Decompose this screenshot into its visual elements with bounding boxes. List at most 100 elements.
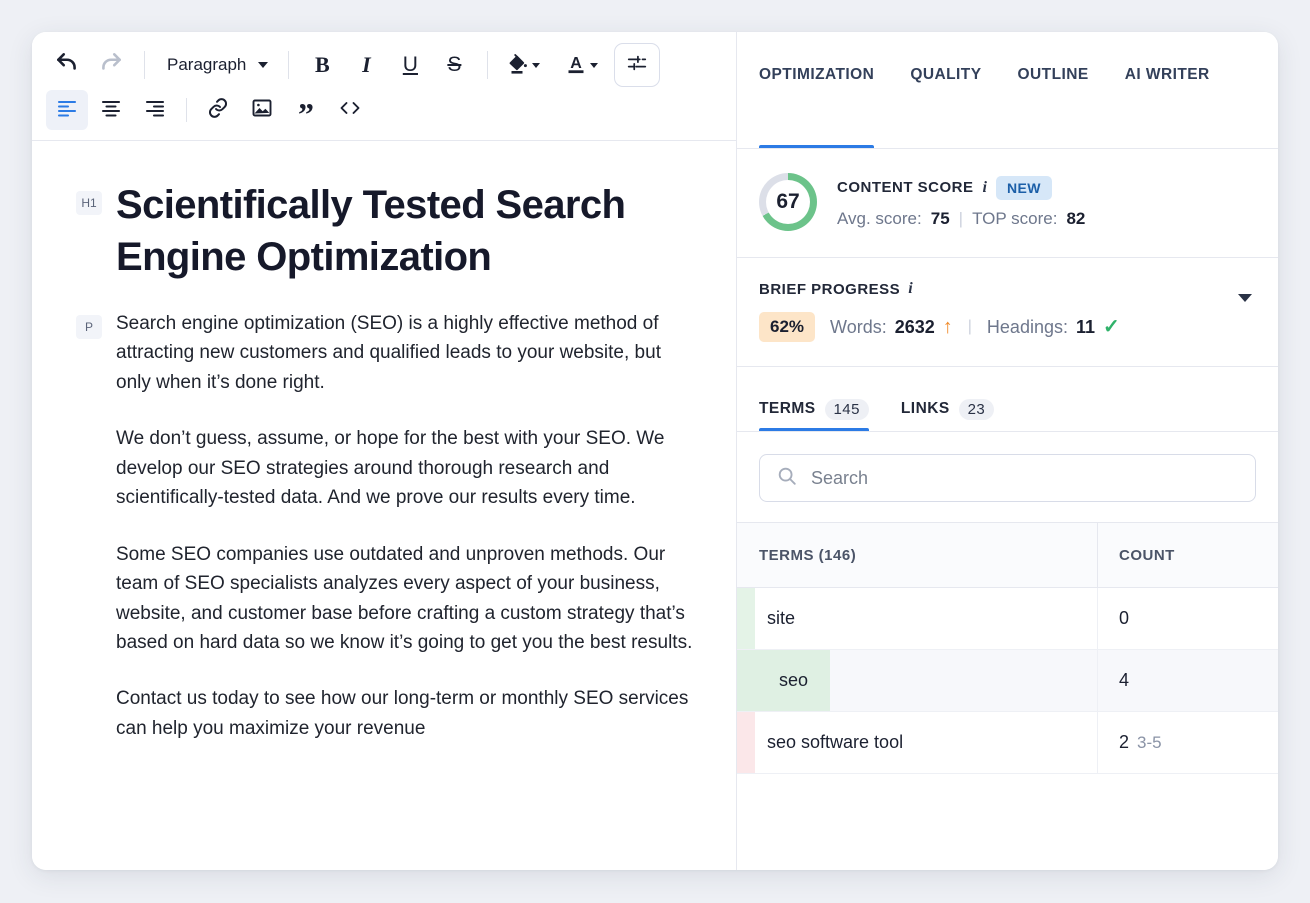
headings-stat: Headings: 11 ✓ <box>987 317 1120 338</box>
tab-terms-label: TERMS <box>759 400 816 417</box>
tab-terms-count: 145 <box>824 398 869 420</box>
toolbar-divider <box>144 51 145 79</box>
align-center-button[interactable] <box>90 90 132 130</box>
editor-settings-button[interactable] <box>614 43 661 87</box>
align-right-button[interactable] <box>134 90 176 130</box>
search-input[interactable] <box>811 467 1239 489</box>
brief-progress-label: BRIEF PROGRESS <box>759 280 901 298</box>
content-score-label-row: CONTENT SCORE i NEW <box>837 175 1085 200</box>
toolbar-row-2: ” <box>46 88 722 132</box>
tab-quality[interactable]: QUALITY <box>910 66 981 148</box>
tab-ai-writer[interactable]: AI WRITER <box>1125 66 1210 148</box>
info-icon[interactable]: i <box>983 179 987 197</box>
content-score-value: 67 <box>766 180 810 224</box>
bold-icon: B <box>315 52 330 77</box>
toolbar-row-1: Paragraph B I U S A <box>46 42 722 88</box>
undo-button[interactable] <box>46 45 88 85</box>
undo-icon <box>54 50 80 81</box>
block-tag-h1: H1 <box>76 191 102 215</box>
italic-button[interactable]: I <box>345 45 387 85</box>
fill-color-icon <box>506 50 530 81</box>
term-label: site <box>767 608 796 628</box>
chevron-down-icon <box>258 62 269 68</box>
block-format-select[interactable]: Paragraph <box>157 46 276 84</box>
paragraph: We don’t guess, assume, or hope for the … <box>116 428 665 509</box>
tab-optimization[interactable]: OPTIMIZATION <box>759 66 875 148</box>
table-row[interactable]: seo 4 <box>737 650 1278 712</box>
search-icon <box>776 465 798 492</box>
column-header-terms[interactable]: TERMS (146) <box>737 547 1097 564</box>
insert-image-button[interactable] <box>241 90 283 130</box>
paragraph: Contact us today to see how our long-ter… <box>116 688 689 739</box>
content-score-meta: CONTENT SCORE i NEW Avg. score: 75 | TOP… <box>837 175 1085 229</box>
quote-icon: ” <box>298 96 314 133</box>
count-value: 4 <box>1119 670 1130 690</box>
code-icon <box>337 96 363 125</box>
count-value: 2 <box>1119 732 1130 752</box>
bold-button[interactable]: B <box>301 45 343 85</box>
svg-text:A: A <box>571 55 583 72</box>
content-score-subline: Avg. score: 75 | TOP score: 82 <box>837 209 1085 229</box>
top-score-value: 82 <box>1066 208 1086 228</box>
count-cell: 0 <box>1097 588 1278 649</box>
info-icon[interactable]: i <box>908 280 912 298</box>
text-color-icon: A <box>564 50 588 81</box>
term-cell: seo <box>755 650 1097 711</box>
column-header-count[interactable]: COUNT <box>1097 523 1278 587</box>
term-label: seo <box>755 650 831 711</box>
toolbar-divider <box>487 51 489 79</box>
avg-score-value: 75 <box>930 208 950 228</box>
words-value: 2632 <box>894 316 935 337</box>
brief-progress-section: BRIEF PROGRESS i 62% Words: 2632 ↑ | Hea… <box>737 258 1278 367</box>
term-cell: site <box>755 588 1097 649</box>
paragraph: Search engine optimization (SEO) is a hi… <box>116 313 661 393</box>
search-box[interactable] <box>759 454 1256 502</box>
terms-links-tab-bar: TERMS 145 LINKS 23 <box>737 367 1278 432</box>
count-range: 3-5 <box>1137 732 1162 752</box>
row-status-stripe <box>737 712 755 773</box>
underline-button[interactable]: U <box>389 45 431 85</box>
tab-outline[interactable]: OUTLINE <box>1018 66 1089 148</box>
block-format-label: Paragraph <box>167 55 247 74</box>
tab-terms[interactable]: TERMS 145 <box>759 387 869 431</box>
term-cell: seo software tool <box>755 712 1097 773</box>
code-block-button[interactable] <box>329 90 371 130</box>
term-label: seo software tool <box>767 732 904 752</box>
image-icon <box>250 96 274 125</box>
count-cell: 4 <box>1097 650 1278 711</box>
brief-progress-stats: 62% Words: 2632 ↑ | Headings: 11 ✓ <box>759 312 1256 342</box>
paragraph: Some SEO companies use outdated and unpr… <box>116 543 693 653</box>
align-right-icon <box>143 96 167 125</box>
redo-button[interactable] <box>90 45 132 85</box>
document-body[interactable]: H1 Scientifically Tested Search Engine O… <box>32 141 736 870</box>
italic-icon: I <box>362 52 371 77</box>
panel-tab-bar: OPTIMIZATION QUALITY OUTLINE AI WRITER <box>737 32 1278 149</box>
brief-expand-toggle[interactable] <box>1238 294 1252 302</box>
text-color-button[interactable]: A <box>558 45 600 85</box>
block-tag-p: P <box>76 315 102 339</box>
align-left-button[interactable] <box>46 90 88 130</box>
row-status-stripe <box>737 588 755 649</box>
link-icon <box>206 96 230 125</box>
insert-link-button[interactable] <box>197 90 239 130</box>
app-window: Paragraph B I U S A ” H1 Scientifically … <box>32 32 1278 870</box>
highlight-color-button[interactable] <box>500 45 542 85</box>
chevron-down-icon <box>590 62 599 68</box>
brief-progress-header: BRIEF PROGRESS i <box>759 280 1256 298</box>
editor-toolbar: Paragraph B I U S A ” <box>32 32 736 141</box>
terms-table-body: site 0 seo 4 seo software tool 2 3-5 <box>737 588 1278 774</box>
toolbar-divider <box>186 98 187 122</box>
count-value: 0 <box>1119 608 1130 628</box>
toolbar-divider <box>288 51 290 79</box>
brief-divider: | <box>967 318 972 335</box>
row-status-stripe <box>737 650 755 711</box>
tab-links[interactable]: LINKS 23 <box>901 387 995 431</box>
content-score-section: 67 CONTENT SCORE i NEW Avg. score: 75 | … <box>737 149 1278 258</box>
table-row[interactable]: seo software tool 2 3-5 <box>737 712 1278 774</box>
new-badge: NEW <box>995 175 1052 200</box>
brief-progress-percent: 62% <box>759 312 816 342</box>
strikethrough-button[interactable]: S <box>433 45 475 85</box>
blockquote-button[interactable]: ” <box>285 90 327 133</box>
count-cell: 2 3-5 <box>1097 712 1278 773</box>
table-row[interactable]: site 0 <box>737 588 1278 650</box>
